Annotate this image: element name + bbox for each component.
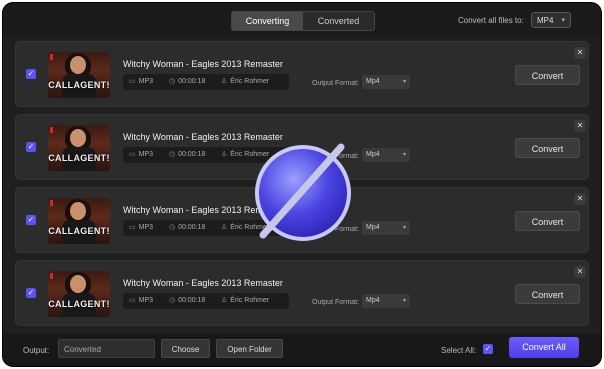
convert-button[interactable]: Convert xyxy=(515,211,580,231)
file-format: MP3 xyxy=(138,78,154,85)
clock-icon: ◷ xyxy=(169,78,176,85)
tab-converted[interactable]: Converted xyxy=(303,12,374,30)
top-bar: Converting Converted Convert all files t… xyxy=(3,3,601,37)
output-format-label: Output Format: xyxy=(312,80,360,87)
thumbnail-caption: CALLAGENT! xyxy=(48,226,110,236)
convert-button[interactable]: Convert xyxy=(515,138,580,158)
bottom-bar: Output: Converted Choose Open Folder Sel… xyxy=(3,334,601,366)
output-format-select[interactable]: Mp4 ▾ xyxy=(362,221,410,235)
person-icon: ♙ xyxy=(221,151,228,158)
row-checkbox[interactable]: ✓ xyxy=(26,288,36,298)
chevron-down-icon: ▾ xyxy=(402,298,406,304)
thumbnail-caption: CALLAGENT! xyxy=(48,299,110,309)
file-duration: 00:00:18 xyxy=(178,297,206,304)
output-format-value: Mp4 xyxy=(366,224,380,231)
video-icon: ▭ xyxy=(129,151,136,158)
video-thumbnail: CALLAGENT! xyxy=(48,52,110,98)
video-icon: ▭ xyxy=(129,224,136,231)
file-format: MP3 xyxy=(138,224,154,231)
file-title: Witchy Woman - Eagles 2013 Remaster xyxy=(123,278,283,288)
file-duration: 00:00:18 xyxy=(178,78,206,85)
close-icon[interactable]: ✕ xyxy=(574,266,586,278)
output-label: Output: xyxy=(23,346,50,355)
chevron-down-icon: ▾ xyxy=(561,17,565,24)
clock-icon: ◷ xyxy=(169,224,176,231)
output-path-field[interactable]: Converted xyxy=(58,339,155,358)
file-duration: 00:00:18 xyxy=(178,151,206,158)
file-format: MP3 xyxy=(138,151,154,158)
thumbnail-caption: CALLAGENT! xyxy=(48,153,110,163)
output-format-select[interactable]: Mp4 ▾ xyxy=(362,148,410,162)
video-thumbnail: CALLAGENT! xyxy=(48,125,110,171)
convert-button[interactable]: Convert xyxy=(515,65,580,85)
video-icon: ▭ xyxy=(129,78,136,85)
close-icon[interactable]: ✕ xyxy=(574,193,586,205)
open-folder-button[interactable]: Open Folder xyxy=(216,339,283,358)
chevron-down-icon: ▾ xyxy=(402,152,406,158)
chevron-down-icon: ▾ xyxy=(402,225,406,231)
output-format-value: Mp4 xyxy=(366,151,380,158)
no-entry-icon xyxy=(255,143,351,241)
file-row: ✓ CALLAGENT! Witchy Woman - Eagles 2013 … xyxy=(15,260,589,326)
checkmark-icon: ✓ xyxy=(27,215,35,224)
output-format-select[interactable]: Mp4 ▾ xyxy=(362,294,410,308)
checkmark-icon: ✓ xyxy=(27,142,35,151)
convert-all-button[interactable]: Convert All xyxy=(509,337,579,358)
close-icon[interactable]: ✕ xyxy=(574,47,586,59)
output-format-value: Mp4 xyxy=(366,78,380,85)
file-meta: ▭ MP3 ◷ 00:00:18 ♙ Éric Rohmer xyxy=(123,74,289,90)
checkmark-icon: ✓ xyxy=(27,69,35,78)
convert-all-format-label: Convert all files to: xyxy=(458,16,524,25)
choose-button[interactable]: Choose xyxy=(161,339,210,358)
person-icon: ♙ xyxy=(221,78,228,85)
select-all-label: Select All: xyxy=(441,346,477,355)
video-icon: ▭ xyxy=(129,297,136,304)
convert-all-format-select[interactable]: MP4 ▾ xyxy=(531,12,571,28)
clock-icon: ◷ xyxy=(169,151,176,158)
file-artist: Éric Rohmer xyxy=(230,78,270,85)
chevron-down-icon: ▾ xyxy=(402,79,406,85)
person-icon: ♙ xyxy=(221,297,228,304)
convert-button[interactable]: Convert xyxy=(515,284,580,304)
tab-converting[interactable]: Converting xyxy=(232,12,303,30)
output-format-label: Output Format: xyxy=(312,299,360,306)
video-thumbnail: CALLAGENT! xyxy=(48,271,110,317)
tab-group: Converting Converted xyxy=(231,11,375,31)
checkmark-icon: ✓ xyxy=(27,288,35,297)
video-thumbnail: CALLAGENT! xyxy=(48,198,110,244)
thumbnail-caption: CALLAGENT! xyxy=(48,80,110,90)
file-duration: 00:00:18 xyxy=(178,224,206,231)
checkmark-icon: ✓ xyxy=(484,344,492,353)
file-format: MP3 xyxy=(138,297,154,304)
close-icon[interactable]: ✕ xyxy=(574,120,586,132)
file-meta: ▭ MP3 ◷ 00:00:18 ♙ Éric Rohmer xyxy=(123,293,289,309)
person-icon: ♙ xyxy=(221,224,228,231)
file-artist: Éric Rohmer xyxy=(230,297,270,304)
output-format-value: Mp4 xyxy=(366,297,380,304)
file-title: Witchy Woman - Eagles 2013 Remaster xyxy=(123,132,283,142)
clock-icon: ◷ xyxy=(169,297,176,304)
row-checkbox[interactable]: ✓ xyxy=(26,215,36,225)
converter-window: Converting Converted Convert all files t… xyxy=(3,3,601,366)
file-title: Witchy Woman - Eagles 2013 Remaster xyxy=(123,59,283,69)
output-format-select[interactable]: Mp4 ▾ xyxy=(362,75,410,89)
row-checkbox[interactable]: ✓ xyxy=(26,142,36,152)
file-row: ✓ CALLAGENT! Witchy Woman - Eagles 2013 … xyxy=(15,41,589,107)
select-all-checkbox[interactable]: ✓ xyxy=(483,344,493,354)
convert-all-format-value: MP4 xyxy=(537,16,554,25)
row-checkbox[interactable]: ✓ xyxy=(26,69,36,79)
